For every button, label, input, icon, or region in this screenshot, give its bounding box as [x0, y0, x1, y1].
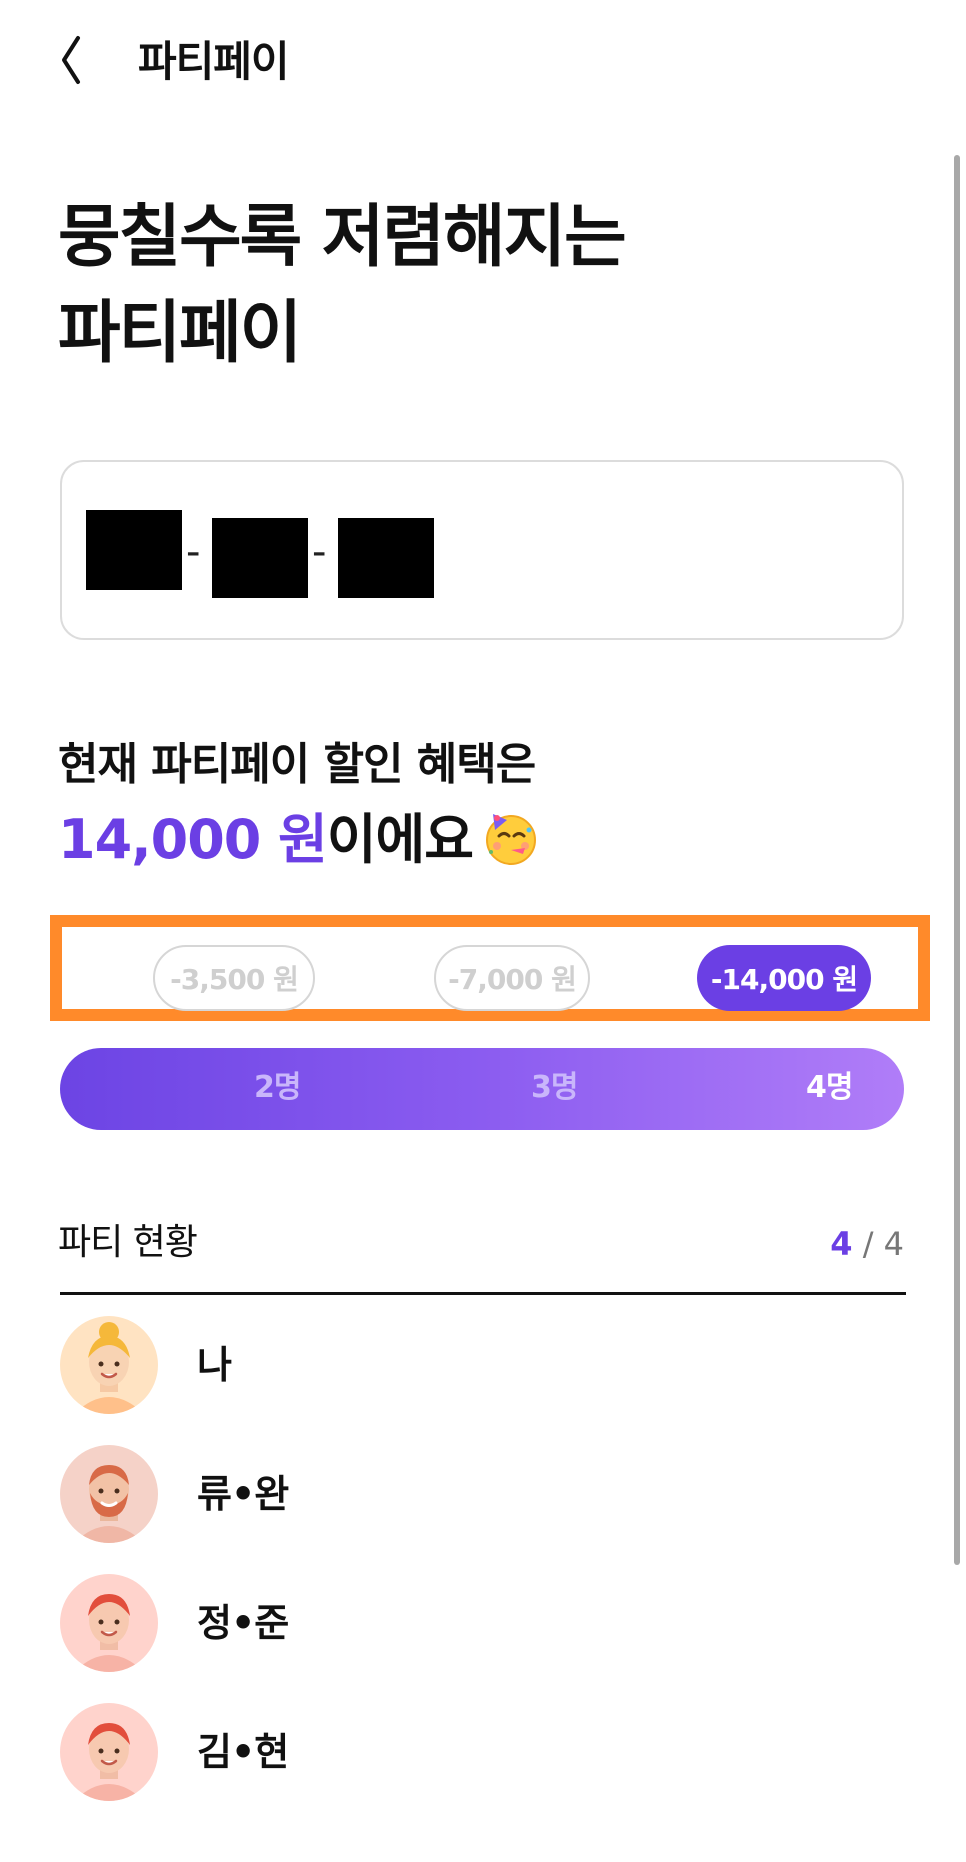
divider: [60, 1292, 906, 1295]
party-member: 나: [60, 1316, 760, 1414]
party-status-title: 파티 현황: [58, 1222, 198, 1263]
back-button[interactable]: [50, 30, 110, 90]
member-name: 나: [197, 1343, 232, 1387]
scrollbar[interactable]: [954, 155, 960, 1565]
partying-face-icon: [483, 810, 539, 866]
avatar-redhead: [60, 1574, 158, 1672]
party-count: 4 / 4: [830, 1222, 904, 1266]
benefit-suffix: 이에요: [326, 808, 474, 871]
benefit-amount: 14,000 원: [58, 808, 328, 871]
discount-tier-3-active: -14,000 원: [697, 945, 871, 1011]
member-name: 김•현: [197, 1730, 289, 1774]
avatar-bearded: [60, 1445, 158, 1543]
party-count-current: 4: [830, 1225, 853, 1263]
avatar-redhead: [60, 1703, 158, 1801]
headline-line1: 뭉칠수록 저렴해지는: [58, 198, 627, 277]
discount-tier-2: -7,000 원: [434, 945, 590, 1011]
redacted-block: [212, 518, 308, 598]
redacted-block: [338, 518, 434, 598]
redacted-block: [86, 510, 182, 590]
benefit-amount-line: 14,000 원이에요: [58, 806, 539, 874]
step-2-members: 2명: [254, 1070, 301, 1105]
step-3-members: 3명: [531, 1070, 578, 1105]
avatar-blonde-bun: [60, 1316, 158, 1414]
step-4-members: 4명: [806, 1070, 853, 1105]
page-title: 파티페이: [138, 37, 290, 86]
headline-line2: 파티페이: [58, 294, 302, 373]
code-separator: -: [186, 529, 201, 575]
benefit-label: 현재 파티페이 할인 혜택은: [58, 739, 536, 790]
code-separator: -: [312, 529, 327, 575]
party-code-field[interactable]: - -: [60, 460, 904, 640]
member-progress-bar: [60, 1048, 904, 1130]
discount-tier-1: -3,500 원: [153, 945, 315, 1011]
party-member: 정•준: [60, 1574, 760, 1672]
headline: 뭉칠수록 저렴해지는 파티페이: [58, 190, 627, 382]
party-count-total: / 4: [862, 1225, 904, 1263]
party-member: 김•현: [60, 1703, 760, 1801]
chevron-left-icon: [62, 36, 80, 84]
party-member: 류•완: [60, 1445, 760, 1543]
member-name: 정•준: [197, 1601, 289, 1645]
member-name: 류•완: [197, 1472, 289, 1516]
